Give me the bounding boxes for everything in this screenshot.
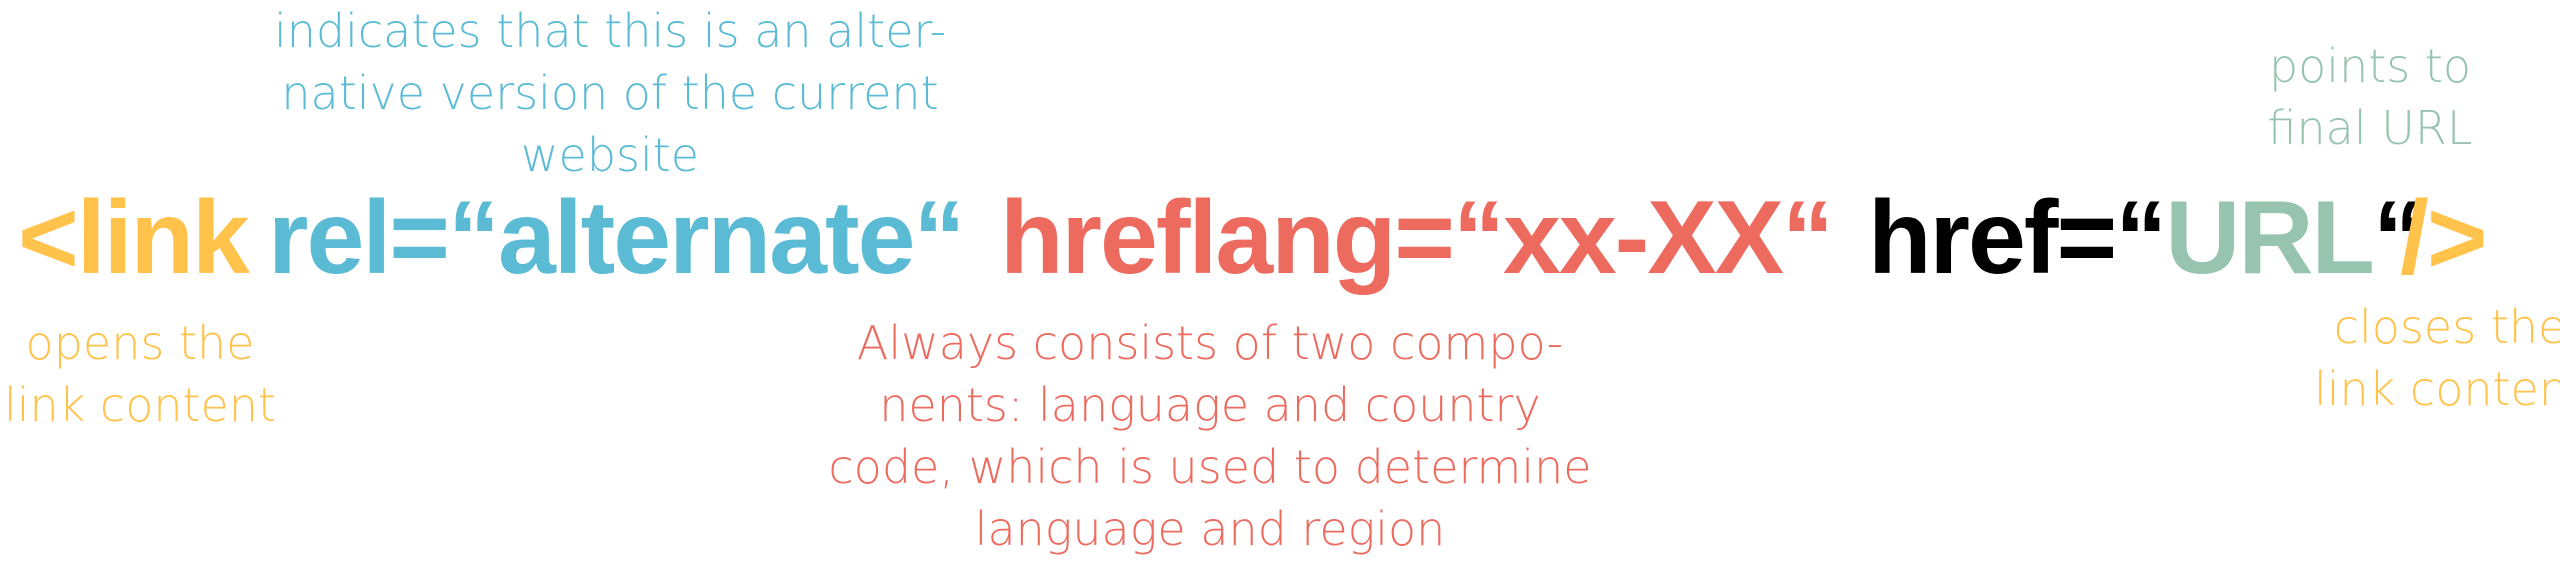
link-close-tag: />: [2400, 180, 2488, 296]
link-open-tag: <link: [18, 180, 250, 296]
href-prefix: href=“: [1868, 180, 2167, 296]
rel-attribute: rel=“alternate“: [268, 180, 965, 296]
hreflang-attribute: hreflang=“xx-XX“: [1000, 180, 1834, 296]
open-annotation: opens the link content: [3, 316, 277, 432]
href-url: URL: [2165, 180, 2375, 296]
close-annotation: closes the link content: [2313, 300, 2560, 416]
hreflang-annotation: Always consists of two compo- nents: lan…: [828, 316, 1592, 556]
url-annotation: points to final URL: [2267, 39, 2473, 155]
href-attribute: href=“URL“: [1868, 178, 2425, 298]
rel-annotation: indicates that this is an alter- native …: [273, 4, 947, 182]
